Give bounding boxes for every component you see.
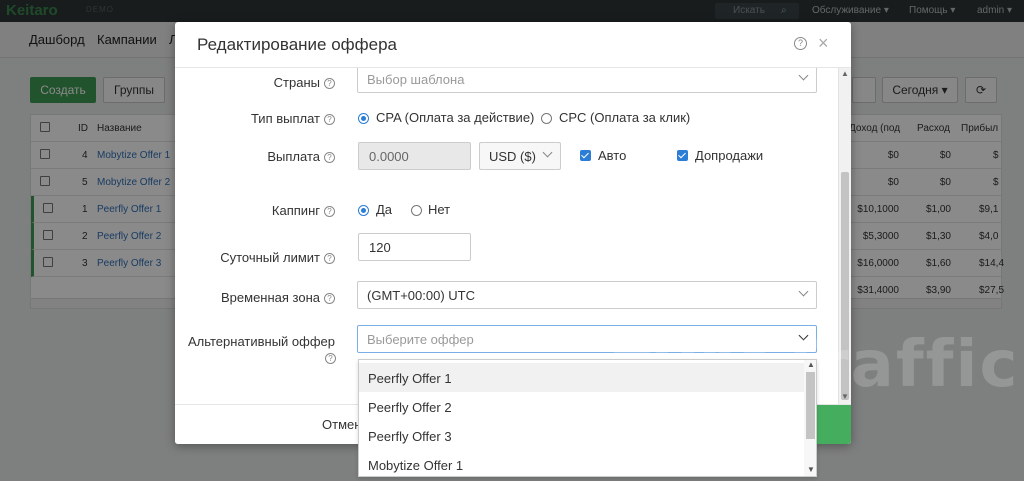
modal-title: Редактирование оффера: [197, 35, 398, 54]
timezone-value: (GMT+00:00) UTC: [367, 288, 475, 303]
dropdown-option[interactable]: Peerfly Offer 2: [359, 392, 804, 421]
capping-no-radio[interactable]: [411, 205, 422, 216]
capping-yes-label[interactable]: Да: [376, 202, 392, 217]
help-icon[interactable]: ?: [794, 37, 807, 50]
help-icon[interactable]: ?: [324, 293, 335, 305]
help-icon[interactable]: ?: [324, 206, 335, 218]
help-icon[interactable]: ?: [324, 152, 335, 164]
upsell-checkbox[interactable]: [677, 150, 688, 161]
scroll-up-icon[interactable]: ▲: [807, 360, 815, 369]
dropdown-option[interactable]: Peerfly Offer 3: [359, 421, 804, 450]
cancel-button[interactable]: Отмен: [322, 417, 361, 432]
payout-input[interactable]: 0.0000: [358, 142, 471, 170]
cpc-label[interactable]: CPC (Оплата за клик): [559, 110, 690, 125]
auto-label[interactable]: Авто: [598, 148, 626, 163]
auto-checkbox[interactable]: [580, 150, 591, 161]
capping-label: Каппинг?: [272, 203, 335, 218]
countries-placeholder: Выбор шаблона: [367, 72, 465, 87]
payout-type-label-text: Тип выплат: [250, 111, 320, 126]
help-icon[interactable]: ?: [324, 78, 335, 90]
upsell-label[interactable]: Допродажи: [695, 148, 763, 163]
help-icon[interactable]: ?: [325, 353, 336, 364]
payout-label: Выплата?: [267, 149, 335, 164]
countries-label: Страны?: [274, 75, 335, 90]
currency-value: USD ($): [489, 149, 536, 164]
timezone-label-text: Временная зона: [221, 290, 320, 305]
alt-offer-label: Альтернативный оффер: [187, 334, 335, 349]
daily-limit-label-text: Суточный лимит: [220, 250, 320, 265]
help-icon[interactable]: ?: [324, 253, 335, 265]
alt-offer-placeholder: Выберите оффер: [367, 332, 474, 347]
cpa-label[interactable]: CPA (Оплата за действие): [376, 110, 534, 125]
dropdown-scrollbar-thumb[interactable]: [806, 372, 815, 439]
cpc-radio[interactable]: [541, 113, 552, 124]
timezone-label: Временная зона?: [221, 290, 335, 305]
capping-no-label[interactable]: Нет: [428, 202, 450, 217]
scroll-up-icon[interactable]: ▲: [841, 69, 849, 78]
daily-limit-input[interactable]: 120: [358, 233, 471, 261]
modal-header: Редактирование оффера ? ×: [175, 22, 851, 68]
dropdown-option[interactable]: Peerfly Offer 1: [359, 363, 804, 392]
capping-label-text: Каппинг: [271, 203, 320, 218]
cpa-radio[interactable]: [358, 113, 369, 124]
dropdown-option[interactable]: Mobytize Offer 1: [359, 450, 804, 476]
close-icon[interactable]: ×: [818, 34, 829, 52]
chevron-down-icon: [798, 70, 809, 81]
daily-limit-label: Суточный лимит?: [220, 250, 335, 265]
timezone-select[interactable]: (GMT+00:00) UTC: [357, 281, 817, 309]
dropdown-scrollbar[interactable]: ▲ ▼: [804, 360, 816, 476]
countries-select[interactable]: Выбор шаблона: [357, 68, 817, 93]
capping-yes-radio[interactable]: [358, 205, 369, 216]
alt-offer-dropdown: Peerfly Offer 1 Peerfly Offer 2 Peerfly …: [358, 359, 817, 477]
chevron-down-icon: [798, 286, 809, 297]
payout-label-text: Выплата: [267, 149, 320, 164]
currency-select[interactable]: USD ($): [479, 142, 561, 170]
countries-label-text: Страны: [273, 75, 320, 90]
chevron-down-icon: [542, 147, 553, 158]
scroll-down-icon[interactable]: ▼: [807, 465, 815, 474]
payout-type-label: Тип выплат?: [251, 111, 335, 126]
help-icon[interactable]: ?: [324, 114, 335, 126]
